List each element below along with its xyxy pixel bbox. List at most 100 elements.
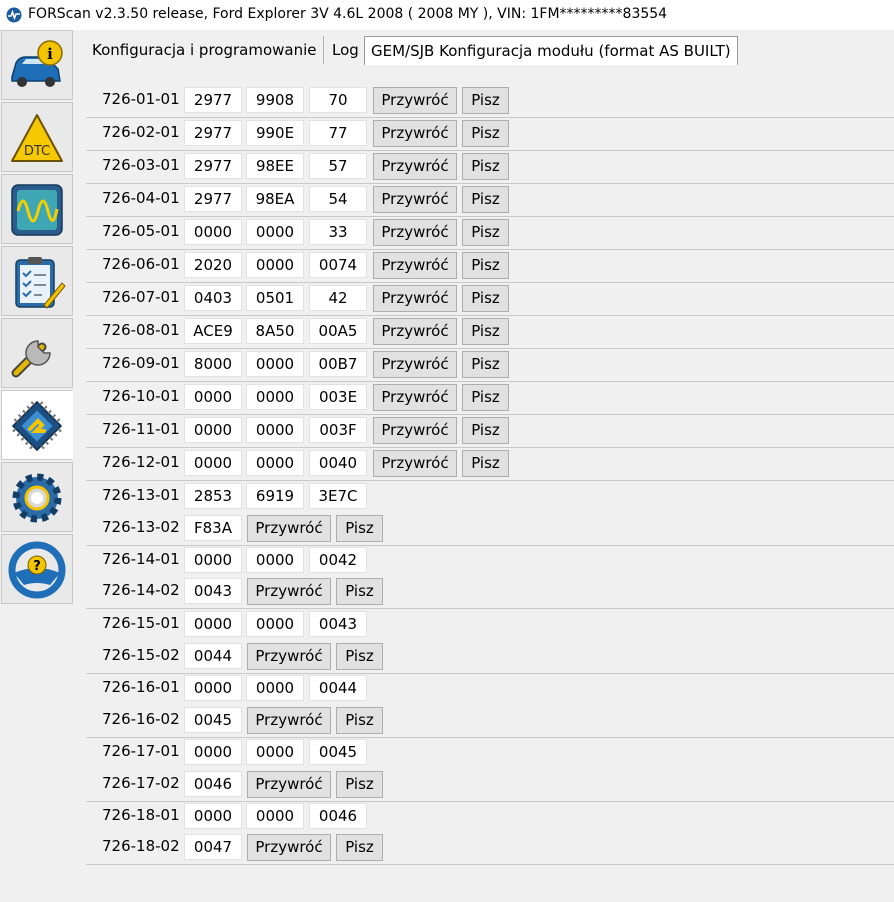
as-built-value-field[interactable]: 98EE xyxy=(246,153,304,179)
as-built-value-field[interactable]: 2977 xyxy=(184,153,242,179)
as-built-value-field[interactable]: 0043 xyxy=(184,578,242,604)
write-button[interactable]: Pisz xyxy=(336,643,383,670)
as-built-value-field[interactable]: 0501 xyxy=(246,285,304,311)
as-built-value-field[interactable]: 0000 xyxy=(246,739,304,765)
write-button[interactable]: Pisz xyxy=(336,515,383,542)
as-built-value-field[interactable]: 42 xyxy=(309,285,367,311)
as-built-value-field[interactable]: 0000 xyxy=(246,351,304,377)
as-built-value-field[interactable]: 0042 xyxy=(309,547,367,573)
restore-button[interactable]: Przywróć xyxy=(247,578,331,605)
as-built-value-field[interactable]: 0000 xyxy=(184,547,242,573)
write-button[interactable]: Pisz xyxy=(336,707,383,734)
as-built-value-field[interactable]: 33 xyxy=(309,219,367,245)
restore-button[interactable]: Przywróć xyxy=(373,87,457,114)
write-button[interactable]: Pisz xyxy=(336,771,383,798)
as-built-value-field[interactable]: 0000 xyxy=(184,384,242,410)
as-built-value-field[interactable]: 6919 xyxy=(246,483,304,509)
sidebar-item-service[interactable] xyxy=(1,318,73,388)
restore-button[interactable]: Przywróć xyxy=(247,707,331,734)
as-built-value-field[interactable]: 0040 xyxy=(309,450,367,476)
restore-button[interactable]: Przywróć xyxy=(373,351,457,378)
sidebar-item-configuration[interactable] xyxy=(1,390,73,460)
write-button[interactable]: Pisz xyxy=(462,318,509,345)
as-built-value-field[interactable]: 2977 xyxy=(184,186,242,212)
as-built-value-field[interactable]: 0000 xyxy=(246,417,304,443)
as-built-value-field[interactable]: 0046 xyxy=(309,803,367,829)
as-built-value-field[interactable]: 2977 xyxy=(184,120,242,146)
write-button[interactable]: Pisz xyxy=(462,186,509,213)
sidebar-item-help[interactable]: ? xyxy=(1,534,73,604)
as-built-value-field[interactable]: 70 xyxy=(309,87,367,113)
write-button[interactable]: Pisz xyxy=(462,120,509,147)
sidebar-item-tests[interactable] xyxy=(1,246,73,316)
write-button[interactable]: Pisz xyxy=(462,450,509,477)
as-built-value-field[interactable]: 0045 xyxy=(309,739,367,765)
restore-button[interactable]: Przywróć xyxy=(373,417,457,444)
write-button[interactable]: Pisz xyxy=(462,219,509,246)
restore-button[interactable]: Przywróć xyxy=(373,186,457,213)
as-built-value-field[interactable]: 54 xyxy=(309,186,367,212)
restore-button[interactable]: Przywróć xyxy=(247,834,331,861)
restore-button[interactable]: Przywróć xyxy=(373,219,457,246)
as-built-value-field[interactable]: 2853 xyxy=(184,483,242,509)
write-button[interactable]: Pisz xyxy=(462,285,509,312)
as-built-value-field[interactable]: 003F xyxy=(309,417,367,443)
restore-button[interactable]: Przywróć xyxy=(373,450,457,477)
as-built-value-field[interactable]: 9908 xyxy=(246,87,304,113)
as-built-value-field[interactable]: 0000 xyxy=(246,252,304,278)
restore-button[interactable]: Przywróć xyxy=(247,771,331,798)
restore-button[interactable]: Przywróć xyxy=(247,643,331,670)
as-built-value-field[interactable]: 0000 xyxy=(246,803,304,829)
as-built-value-field[interactable]: 003E xyxy=(309,384,367,410)
write-button[interactable]: Pisz xyxy=(462,384,509,411)
as-built-value-field[interactable]: 0044 xyxy=(309,675,367,701)
restore-button[interactable]: Przywróć xyxy=(247,515,331,542)
as-built-value-field[interactable]: 0000 xyxy=(246,611,304,637)
write-button[interactable]: Pisz xyxy=(336,834,383,861)
as-built-value-field[interactable]: 0000 xyxy=(246,675,304,701)
as-built-value-field[interactable]: 0044 xyxy=(184,643,242,669)
as-built-value-field[interactable]: 0045 xyxy=(184,707,242,733)
write-button[interactable]: Pisz xyxy=(336,578,383,605)
as-built-value-field[interactable]: 0403 xyxy=(184,285,242,311)
sidebar-item-vehicle-info[interactable]: i xyxy=(1,30,73,100)
sidebar-item-dtc[interactable]: DTC xyxy=(1,102,73,172)
restore-button[interactable]: Przywróć xyxy=(373,384,457,411)
as-built-value-field[interactable]: 0000 xyxy=(246,450,304,476)
as-built-value-field[interactable]: 0000 xyxy=(246,219,304,245)
restore-button[interactable]: Przywróć xyxy=(373,153,457,180)
as-built-value-field[interactable]: F83A xyxy=(184,515,242,541)
write-button[interactable]: Pisz xyxy=(462,87,509,114)
as-built-value-field[interactable]: 0000 xyxy=(184,739,242,765)
as-built-value-field[interactable]: 0043 xyxy=(309,611,367,637)
as-built-value-field[interactable]: 00A5 xyxy=(309,318,367,344)
as-built-value-field[interactable]: 57 xyxy=(309,153,367,179)
as-built-value-field[interactable]: 0000 xyxy=(246,547,304,573)
as-built-value-field[interactable]: 0000 xyxy=(246,384,304,410)
restore-button[interactable]: Przywróć xyxy=(373,252,457,279)
as-built-value-field[interactable]: 8A50 xyxy=(246,318,304,344)
as-built-value-field[interactable]: 00B7 xyxy=(309,351,367,377)
as-built-value-field[interactable]: 0074 xyxy=(309,252,367,278)
as-built-value-field[interactable]: ACE9 xyxy=(184,318,242,344)
write-button[interactable]: Pisz xyxy=(462,417,509,444)
sidebar-item-settings[interactable] xyxy=(1,462,73,532)
sidebar-item-oscilloscope[interactable] xyxy=(1,174,73,244)
write-button[interactable]: Pisz xyxy=(462,153,509,180)
restore-button[interactable]: Przywróć xyxy=(373,120,457,147)
as-built-value-field[interactable]: 0000 xyxy=(184,417,242,443)
write-button[interactable]: Pisz xyxy=(462,252,509,279)
as-built-value-field[interactable]: 98EA xyxy=(246,186,304,212)
tab-log[interactable]: Log xyxy=(326,36,366,64)
restore-button[interactable]: Przywróć xyxy=(373,318,457,345)
as-built-value-field[interactable]: 0000 xyxy=(184,675,242,701)
as-built-value-field[interactable]: 0047 xyxy=(184,834,242,860)
write-button[interactable]: Pisz xyxy=(462,351,509,378)
tab-configuration-programming[interactable]: Konfiguracja i programowanie xyxy=(86,36,324,64)
as-built-value-field[interactable]: 0000 xyxy=(184,450,242,476)
as-built-value-field[interactable]: 0000 xyxy=(184,219,242,245)
as-built-value-field[interactable]: 0000 xyxy=(184,611,242,637)
as-built-value-field[interactable]: 0000 xyxy=(184,803,242,829)
as-built-value-field[interactable]: 8000 xyxy=(184,351,242,377)
restore-button[interactable]: Przywróć xyxy=(373,285,457,312)
